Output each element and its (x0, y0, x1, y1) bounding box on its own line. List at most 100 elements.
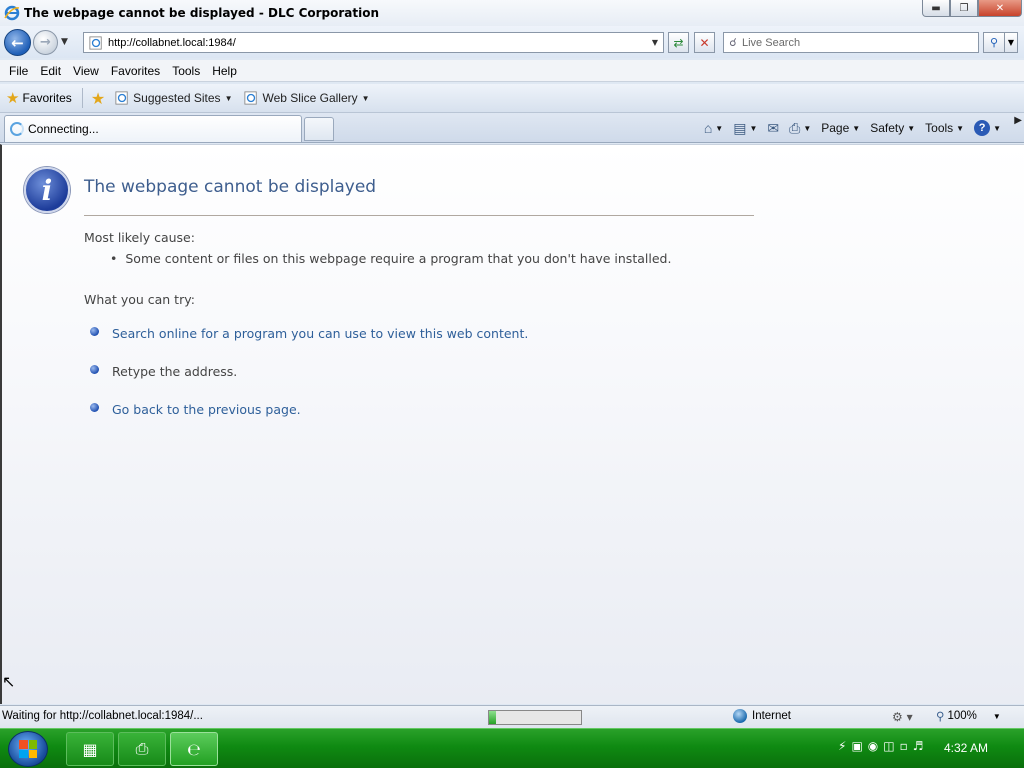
title-bar: The webpage cannot be displayed - DLC Co… (0, 0, 1024, 26)
menu-help[interactable]: Help (206, 64, 243, 78)
close-button[interactable]: ✕ (978, 0, 1022, 17)
print-button[interactable]: ⎙ ▼ (784, 120, 816, 137)
suggested-sites-link[interactable]: Suggested Sites ▼ (109, 91, 238, 105)
taskbar-app-1[interactable]: ▦ (66, 732, 114, 766)
status-bar: Waiting for http://collabnet.local:1984/… (0, 705, 1024, 728)
tray-network-icon[interactable]: ⚡ (838, 739, 846, 753)
new-tab-button[interactable] (304, 117, 334, 141)
menu-bar: File Edit View Favorites Tools Help (0, 60, 1024, 82)
stop-icon: ✕ (699, 35, 710, 50)
try-heading: What you can try: (84, 292, 195, 307)
chevron-down-icon: ▼ (715, 123, 724, 133)
ie-page-icon (244, 91, 258, 105)
tools-menu[interactable]: Tools ▼ (920, 121, 969, 135)
forward-button[interactable]: → (33, 30, 58, 55)
search-input[interactable] (742, 36, 962, 49)
tray-document-icon[interactable]: ▫ (900, 739, 908, 753)
menu-tools[interactable]: Tools (166, 64, 206, 78)
suggested-sites-label: Suggested Sites (133, 91, 221, 105)
star-icon: ★ (6, 90, 20, 107)
tray-globe-icon[interactable]: ◉ (868, 739, 878, 753)
loading-spinner-icon (10, 122, 24, 136)
back-arrow-icon: ← (11, 33, 24, 52)
web-slice-gallery-link[interactable]: Web Slice Gallery ▼ (238, 91, 375, 105)
chevron-down-icon: ▼ (749, 123, 758, 133)
help-icon: ? (974, 120, 991, 136)
progress-bar (488, 710, 582, 725)
search-icon: ⚲ (989, 36, 999, 49)
menu-edit[interactable]: Edit (34, 64, 67, 78)
info-icon: i (24, 167, 70, 213)
page-menu-label: Page (821, 121, 850, 135)
home-icon: ⌂ (703, 120, 713, 136)
page-menu[interactable]: Page ▼ (816, 121, 865, 135)
tools-menu-label: Tools (925, 121, 954, 135)
cause-text: Some content or files on this webpage re… (125, 251, 672, 266)
restore-button[interactable]: ❐ (950, 0, 978, 17)
divider (81, 88, 83, 108)
page-title: The webpage cannot be displayed (84, 177, 377, 197)
feeds-button[interactable]: ▤ ▼ (728, 120, 762, 137)
menu-favorites[interactable]: Favorites (105, 64, 166, 78)
taskbar-ie[interactable]: ℮ (170, 732, 218, 766)
bullet-icon (90, 403, 99, 412)
printer-icon: ⎙ (789, 119, 801, 136)
protected-mode-icon[interactable]: ⚙ ▾ (892, 710, 913, 724)
ie-page-icon (115, 91, 128, 105)
windows-logo-icon (19, 740, 37, 758)
safety-menu-label: Safety (870, 121, 905, 135)
taskbar-app-2[interactable]: ⎙ (118, 732, 166, 766)
security-zone[interactable]: Internet (733, 709, 791, 723)
window-controls: ▬ ❐ ✕ (922, 0, 1022, 17)
tray-app-icon[interactable]: ◫ (883, 739, 894, 753)
chevron-down-icon: ▼ (956, 123, 965, 133)
favorites-bar: ★ Favorites ★ Suggested Sites ▼ Web Slic… (0, 84, 1024, 113)
favorites-button[interactable]: ★ Favorites (0, 86, 78, 110)
status-text: Waiting for http://collabnet.local:1984/… (2, 710, 203, 722)
document-app-icon: ▦ (82, 739, 98, 759)
tray-volume-icon[interactable]: ♬ (913, 739, 924, 753)
search-online-link[interactable]: Search online for a program you can use … (112, 326, 528, 341)
address-url[interactable]: http://collabnet.local:1984/ (108, 37, 647, 49)
chevron-down-icon: ▼ (803, 123, 812, 133)
add-to-favorites-bar-icon[interactable]: ★ (87, 89, 109, 108)
recent-pages-dropdown[interactable]: ▼ (61, 37, 68, 47)
clock[interactable]: 4:32 AM (944, 741, 988, 755)
stop-button[interactable]: ✕ (694, 32, 715, 53)
chevron-down-icon: ▼ (224, 93, 233, 103)
zoom-control[interactable]: ⚲ 100% ▼ (936, 709, 1001, 723)
minimize-button[interactable]: ▬ (922, 0, 950, 17)
favorites-label: Favorites (22, 91, 72, 105)
tray-display-icon[interactable]: ▣ (851, 739, 862, 753)
address-bar[interactable]: http://collabnet.local:1984/ ▼ (83, 32, 664, 53)
close-icon: ✕ (995, 2, 1005, 14)
address-dropdown-icon[interactable]: ▼ (647, 38, 663, 47)
menu-view[interactable]: View (67, 64, 105, 78)
window-title: The webpage cannot be displayed - DLC Co… (24, 6, 380, 20)
cause-item: • Some content or files on this webpage r… (110, 251, 671, 266)
refresh-button[interactable]: ⇄ (668, 32, 689, 53)
search-button[interactable]: ⚲ (983, 32, 1005, 53)
back-button[interactable]: ← (4, 29, 31, 56)
ie-logo-icon: ℮ (187, 739, 201, 759)
menu-file[interactable]: File (3, 64, 34, 78)
help-menu[interactable]: ? ▼ (969, 120, 1006, 136)
safety-menu[interactable]: Safety ▼ (865, 121, 920, 135)
page-icon (88, 35, 104, 51)
start-button[interactable] (8, 731, 48, 767)
cause-heading: Most likely cause: (84, 230, 195, 245)
chevron-down-icon: ▼ (852, 123, 861, 133)
bullet-icon (90, 365, 99, 374)
tab-label: Connecting... (28, 122, 99, 136)
taskbar: ▦ ⎙ ℮ ⚡ ▣ ◉ ◫ ▫ ♬ 4:32 AM (0, 728, 1024, 768)
chevron-down-icon: ▼ (992, 711, 1001, 721)
more-commands-chevron-icon[interactable]: ▶ (1014, 115, 1022, 126)
tab-connecting[interactable]: Connecting... (4, 115, 302, 142)
search-box[interactable]: ☌ (723, 32, 979, 53)
zoom-level: 100% (947, 710, 977, 722)
go-back-link[interactable]: Go back to the previous page. (112, 402, 301, 417)
read-mail-button[interactable]: ✉ (762, 120, 784, 137)
home-button[interactable]: ⌂ ▼ (699, 120, 728, 136)
search-options-dropdown[interactable]: ▼ (1005, 32, 1018, 53)
search-provider-icon: ☌ (729, 36, 737, 49)
